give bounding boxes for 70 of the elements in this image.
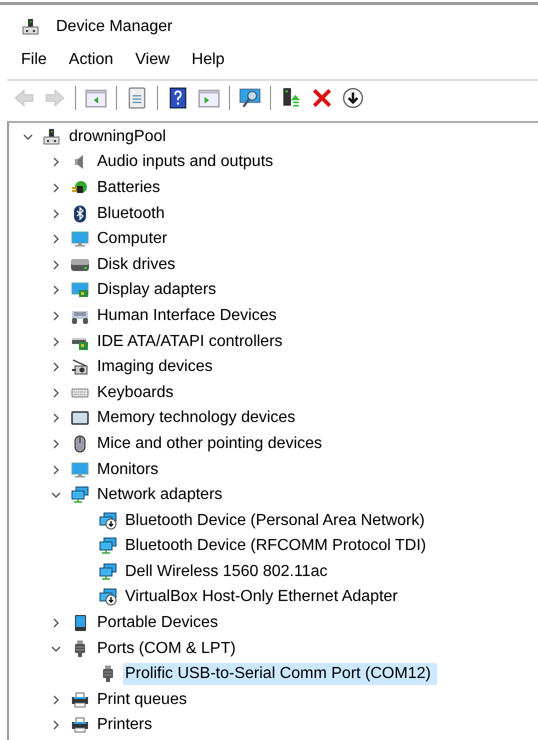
memory-icon [71,409,89,428]
tree-item[interactable]: Computer [95,228,170,250]
uninstall-icon[interactable] [311,87,333,109]
tree-item[interactable]: IDE ATA/ATAPI controllers [95,330,285,353]
tree-item[interactable]: Print queues [95,688,189,711]
console-tree-icon[interactable] [85,87,107,109]
tree-item[interactable]: Keyboards [95,382,176,404]
chevron-right-icon[interactable] [51,362,61,372]
tree-item[interactable]: Printers [95,714,154,736]
network-icon [99,537,117,556]
tree-item[interactable]: Audio inputs and outputs [95,151,276,174]
chevron-right-icon[interactable] [51,310,61,321]
tree-item[interactable]: Human Interface Devices [95,304,279,327]
chevron-right-icon[interactable] [51,336,61,347]
monitor-icon [71,230,89,248]
chevron-right-icon[interactable] [51,157,61,168]
network-disabled-icon [99,588,117,606]
tree-item[interactable]: drowningPool [67,126,168,148]
printer-icon [71,716,89,734]
tree-item[interactable]: Bluetooth Device (Personal Area Network) [123,510,427,532]
tree-item[interactable]: Portable Devices [95,612,220,634]
computer-node-icon [22,18,40,36]
chevron-right-icon[interactable] [51,464,61,475]
chevron-right-icon[interactable] [51,720,61,730]
chevron-right-icon[interactable] [51,618,61,628]
tree-item[interactable]: Prolific USB-to-Serial Comm Port (COM12) [123,663,437,686]
computer-node-icon [43,128,61,146]
tree-item[interactable]: VirtualBox Host-Only Ethernet Adapter [123,586,400,608]
bluetooth-icon [71,204,89,223]
chevron-right-icon[interactable] [51,260,61,270]
tree-item[interactable]: Dell Wireless 1560 802.11ac [123,560,330,583]
tree-item[interactable]: Bluetooth [95,202,167,225]
network-icon [71,486,89,504]
properties-icon[interactable] [126,87,148,109]
network-disabled-icon [99,512,117,530]
chevron-down-icon[interactable] [51,490,61,500]
menu-item[interactable]: Action [68,49,114,71]
tree-item[interactable]: Network adapters [95,484,224,506]
help-icon[interactable] [167,87,189,109]
camera-icon [71,358,89,376]
window-title: Device Manager [56,18,172,36]
chevron-right-icon[interactable] [51,413,61,424]
chevron-right-icon[interactable] [51,182,61,193]
menu-item[interactable]: Help [192,49,225,71]
tree-item[interactable]: Ports (COM & LPT) [95,638,238,660]
scan-monitor-icon[interactable] [239,87,261,109]
chevron-down-icon[interactable] [23,132,33,142]
tree-item[interactable]: Bluetooth Device (RFCOMM Protocol TDI) [123,535,428,558]
menu-item[interactable]: View [135,49,170,71]
monitor-icon [71,460,89,479]
tree-item[interactable]: Display adapters [95,279,218,302]
tree-item[interactable]: Monitors [95,458,160,481]
chevron-right-icon[interactable] [51,388,61,398]
tree-item[interactable]: Batteries [95,176,162,199]
printer-icon [71,690,89,709]
tree-item[interactable]: Mice and other pointing devices [95,432,324,455]
disable-icon[interactable] [342,87,364,109]
action-pane-icon[interactable] [198,87,220,109]
tree-item[interactable]: Imaging devices [95,356,215,378]
network-icon [99,562,117,581]
chevron-right-icon[interactable] [51,694,61,705]
chevron-right-icon[interactable] [51,438,61,449]
chevron-down-icon[interactable] [51,644,61,654]
menu-item[interactable]: File [21,49,47,71]
display-adapter-icon [71,281,89,300]
chevron-right-icon[interactable] [51,285,61,296]
chevron-right-icon[interactable] [51,208,61,219]
tree-item[interactable]: Memory technology devices [95,407,298,430]
chevron-right-icon[interactable] [51,234,61,244]
tree-item[interactable]: Disk drives [95,254,178,276]
